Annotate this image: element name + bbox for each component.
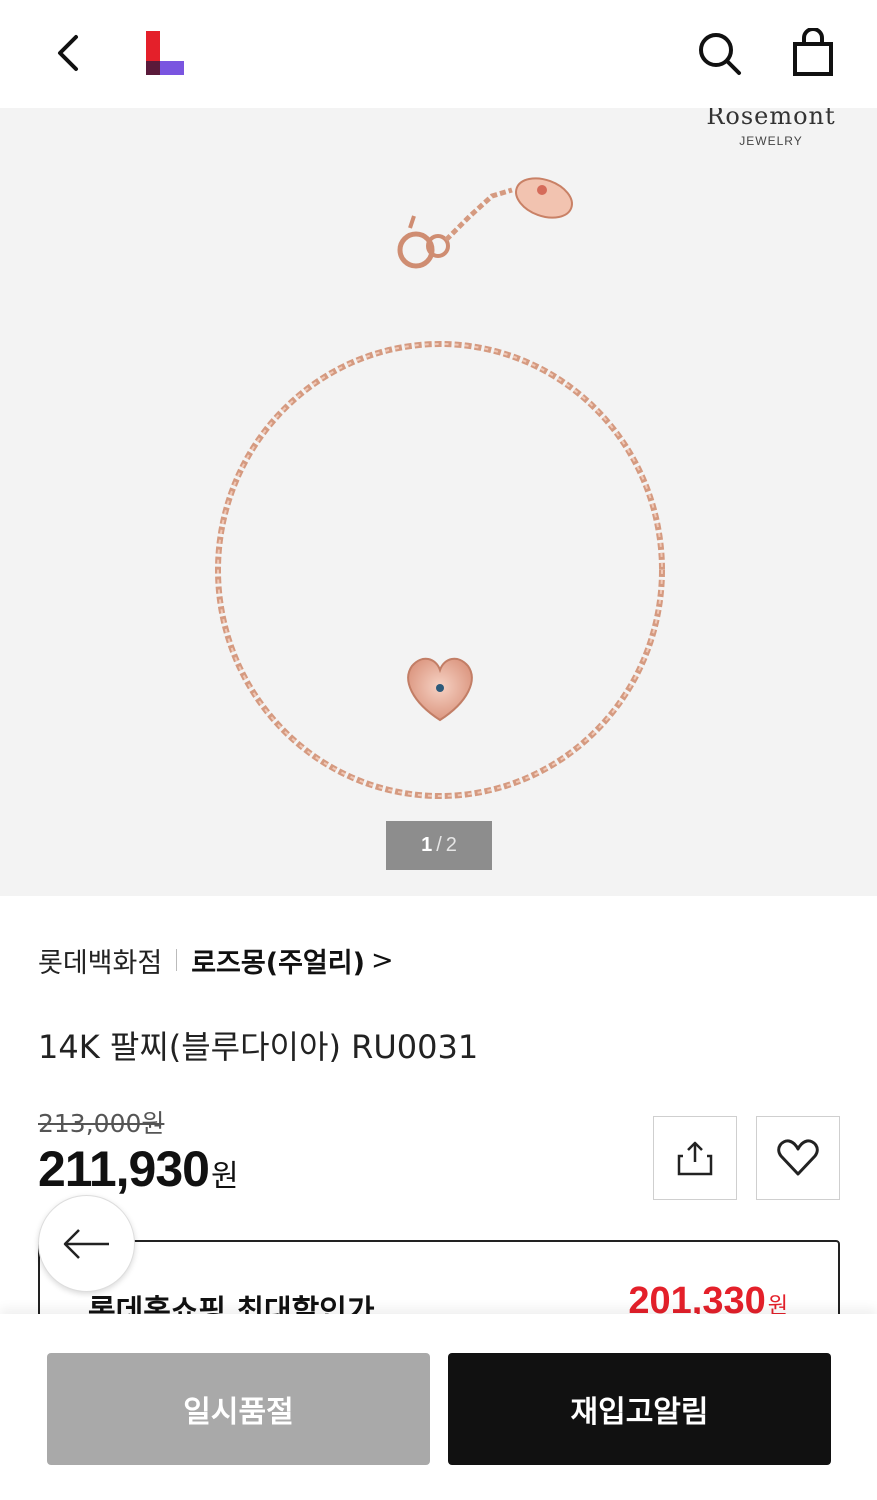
pager-current: 1 [421, 834, 433, 856]
share-icon [677, 1141, 713, 1176]
original-price: 213,000원 [38, 1109, 165, 1138]
image-pager: 1 / 2 [386, 821, 492, 870]
shopping-bag-icon [793, 28, 833, 76]
pager-separator: / [436, 834, 442, 856]
temporarily-soldout-button[interactable]: 일시품절 [47, 1353, 430, 1465]
heart-icon [777, 1139, 819, 1176]
sale-price-value: 211,930 [38, 1141, 210, 1197]
share-button[interactable] [653, 1116, 737, 1200]
sale-price: 211,930 원 [38, 1140, 239, 1198]
brand-name: 로즈몽(주얼리) [191, 947, 365, 979]
bottom-action-bar: 일시품절 재입고알림 [0, 1314, 877, 1500]
sale-price-currency: 원 [210, 1159, 239, 1194]
brand-link[interactable]: 로즈몽(주얼리) > [191, 941, 393, 980]
breadcrumb: 롯데백화점 로즈몽(주얼리) > [38, 940, 394, 980]
search-icon [699, 33, 741, 75]
search-button[interactable] [692, 26, 746, 80]
breadcrumb-divider [176, 949, 178, 971]
store-name[interactable]: 롯데백화점 [38, 941, 162, 980]
pager-total: 2 [445, 834, 457, 856]
restock-alert-button[interactable]: 재입고알림 [448, 1353, 831, 1465]
lotte-on-logo[interactable] [140, 28, 188, 78]
back-button[interactable] [44, 26, 92, 80]
chevron-right-icon: > [370, 944, 394, 976]
floating-back-button[interactable] [38, 1195, 135, 1292]
chevron-left-icon [58, 35, 78, 71]
wishlist-button[interactable] [756, 1116, 840, 1200]
arrow-left-icon [63, 1228, 109, 1259]
top-header [0, 0, 877, 108]
cart-button[interactable] [786, 26, 840, 80]
product-image-gallery[interactable]: Rosemont JEWELRY 1 / 2 [0, 108, 877, 896]
bracelet-product-image [215, 177, 665, 799]
product-title: 14K 팔찌(블루다이아) RU0031 [38, 1028, 479, 1066]
